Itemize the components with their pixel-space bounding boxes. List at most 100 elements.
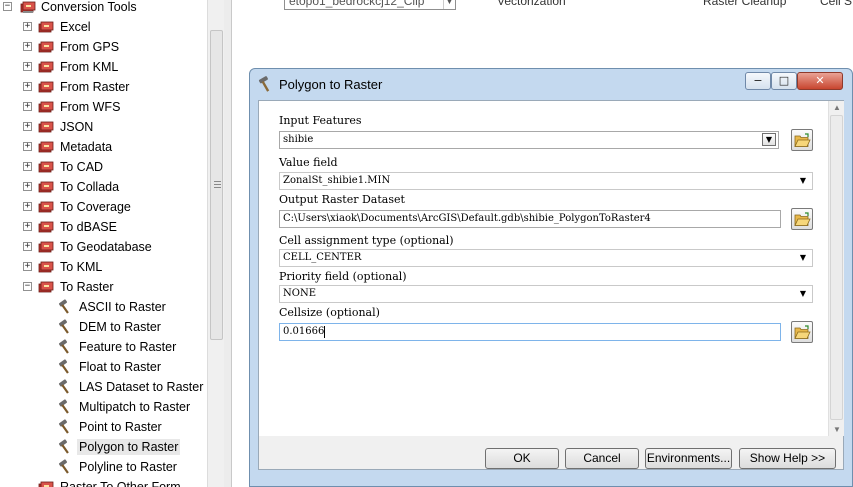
- environments-button[interactable]: Environments...: [645, 448, 732, 469]
- hammer-icon: [57, 339, 73, 355]
- priority-field-label: Priority field (optional): [279, 270, 407, 283]
- maximize-button[interactable]: □: [771, 72, 797, 90]
- expand-icon[interactable]: +: [23, 142, 32, 151]
- tree-row[interactable]: + To dBASE: [0, 217, 207, 237]
- tree-row[interactable]: Raster To Other Form: [0, 477, 207, 487]
- tree-scrollbar[interactable]: [207, 0, 224, 487]
- tree-row[interactable]: + JSON: [0, 117, 207, 137]
- scroll-up-icon[interactable]: ▲: [832, 103, 842, 112]
- tree-row[interactable]: Multipatch to Raster: [0, 397, 207, 417]
- chevron-down-icon[interactable]: ▼: [762, 133, 776, 146]
- chevron-down-icon[interactable]: ▼: [796, 251, 810, 265]
- input-features-combo[interactable]: shibie ▼: [279, 131, 779, 149]
- collapse-icon[interactable]: −: [3, 2, 12, 11]
- show-help-button[interactable]: Show Help >>: [739, 448, 836, 469]
- tree-row[interactable]: − To Raster: [0, 277, 207, 297]
- cell-assignment-label: Cell assignment type (optional): [279, 234, 454, 247]
- tree-row[interactable]: Polygon to Raster: [0, 437, 207, 457]
- priority-field-value: NONE: [283, 288, 316, 299]
- chevron-down-icon[interactable]: ▼: [796, 174, 810, 188]
- tree-item-label: Metadata: [60, 140, 113, 154]
- expand-icon[interactable]: +: [23, 42, 32, 51]
- tree-item-label: LAS Dataset to Raster: [79, 380, 204, 394]
- tree-row[interactable]: + From WFS: [0, 97, 207, 117]
- tree-item-label: Multipatch to Raster: [79, 400, 191, 414]
- parameters-scrollbar-thumb[interactable]: [830, 115, 843, 420]
- tree-item-label: Conversion Tools: [41, 0, 137, 14]
- toolbox-icon: [38, 480, 54, 487]
- expand-icon[interactable]: +: [23, 162, 32, 171]
- splitter[interactable]: [224, 0, 232, 487]
- minimize-button[interactable]: −: [745, 72, 771, 90]
- tree-row[interactable]: Feature to Raster: [0, 337, 207, 357]
- toolbox-icon: [38, 240, 54, 254]
- tree-item-label: To Geodatabase: [60, 240, 152, 254]
- hammer-icon: [57, 359, 73, 375]
- tree-row[interactable]: + To CAD: [0, 157, 207, 177]
- expand-icon[interactable]: +: [23, 242, 32, 251]
- dialog-titlebar[interactable]: Polygon to Raster − □ ✕: [250, 69, 852, 99]
- expand-icon[interactable]: +: [23, 62, 32, 71]
- cellsize-browse-button[interactable]: [791, 321, 813, 343]
- layer-combo-value: etopo1_bedrockcj12_Clip: [289, 0, 425, 8]
- tree-row[interactable]: + To Coverage: [0, 197, 207, 217]
- ok-button[interactable]: OK: [485, 448, 559, 469]
- collapse-icon[interactable]: −: [23, 282, 32, 291]
- cancel-button[interactable]: Cancel: [565, 448, 639, 469]
- priority-field-select[interactable]: NONE ▼: [279, 285, 813, 303]
- hammer-icon: [57, 319, 73, 335]
- tree-row[interactable]: + To Geodatabase: [0, 237, 207, 257]
- cell-assignment-select[interactable]: CELL_CENTER ▼: [279, 249, 813, 267]
- tree-item-label: From Raster: [60, 80, 130, 94]
- tree-row[interactable]: Point to Raster: [0, 417, 207, 437]
- tree-scrollbar-thumb[interactable]: [210, 30, 223, 340]
- expand-icon[interactable]: +: [23, 102, 32, 111]
- cell-assignment-value: CELL_CENTER: [283, 252, 362, 263]
- hammer-icon: [57, 419, 73, 435]
- tree-row[interactable]: DEM to Raster: [0, 317, 207, 337]
- vectorization-menu[interactable]: Vectorization: [497, 0, 566, 8]
- output-raster-label: Output Raster Dataset: [279, 193, 405, 206]
- text-caret: [324, 325, 326, 338]
- tree-row[interactable]: + Excel: [0, 17, 207, 37]
- output-raster-input[interactable]: C:\Users\xiaok\Documents\ArcGIS\Default.…: [279, 210, 781, 228]
- tree-row[interactable]: + To KML: [0, 257, 207, 277]
- tree-row[interactable]: Polyline to Raster: [0, 457, 207, 477]
- tree-row[interactable]: + To Collada: [0, 177, 207, 197]
- tree-row[interactable]: LAS Dataset to Raster: [0, 377, 207, 397]
- tree-row[interactable]: Float to Raster: [0, 357, 207, 377]
- input-features-label: Input Features: [279, 114, 362, 127]
- scroll-down-icon[interactable]: ▼: [832, 425, 842, 434]
- expand-icon[interactable]: +: [23, 22, 32, 31]
- expand-icon[interactable]: +: [23, 182, 32, 191]
- tree-row[interactable]: ASCII to Raster: [0, 297, 207, 317]
- tree-row[interactable]: + From GPS: [0, 37, 207, 57]
- chevron-down-icon[interactable]: ▼: [796, 287, 810, 301]
- raster-cleanup-menu[interactable]: Raster Cleanup: [703, 0, 786, 8]
- chevron-down-icon[interactable]: ▼: [443, 0, 455, 9]
- cellsize-input[interactable]: 0.01666: [279, 323, 781, 341]
- expand-icon[interactable]: +: [23, 262, 32, 271]
- expand-icon[interactable]: +: [23, 222, 32, 231]
- tree-item-label: ASCII to Raster: [79, 300, 166, 314]
- tree-row[interactable]: + Metadata: [0, 137, 207, 157]
- expand-icon[interactable]: +: [23, 122, 32, 131]
- input-features-browse-button[interactable]: [791, 129, 813, 151]
- hammer-icon: [258, 76, 270, 92]
- dialog-client: Input Features shibie ▼ Value field Zona…: [258, 100, 844, 470]
- tree-item-label: To dBASE: [60, 220, 117, 234]
- expand-icon[interactable]: +: [23, 202, 32, 211]
- value-field-select[interactable]: ZonalSt_shibie1.MIN ▼: [279, 172, 813, 190]
- toolbox-icon: [38, 260, 54, 274]
- cell-selection-menu[interactable]: Cell S: [820, 0, 852, 8]
- expand-icon[interactable]: +: [23, 82, 32, 91]
- close-button[interactable]: ✕: [797, 72, 843, 90]
- layer-combo[interactable]: etopo1_bedrockcj12_Clip ▼: [284, 0, 456, 10]
- value-field-value: ZonalSt_shibie1.MIN: [283, 175, 391, 186]
- tree-row[interactable]: + From Raster: [0, 77, 207, 97]
- parameters-scrollbar[interactable]: ▲ ▼: [828, 101, 844, 436]
- tree-row[interactable]: − Conversion Tools: [0, 0, 207, 17]
- output-raster-browse-button[interactable]: [791, 208, 813, 230]
- toolbox-icon: [38, 40, 54, 54]
- tree-row[interactable]: + From KML: [0, 57, 207, 77]
